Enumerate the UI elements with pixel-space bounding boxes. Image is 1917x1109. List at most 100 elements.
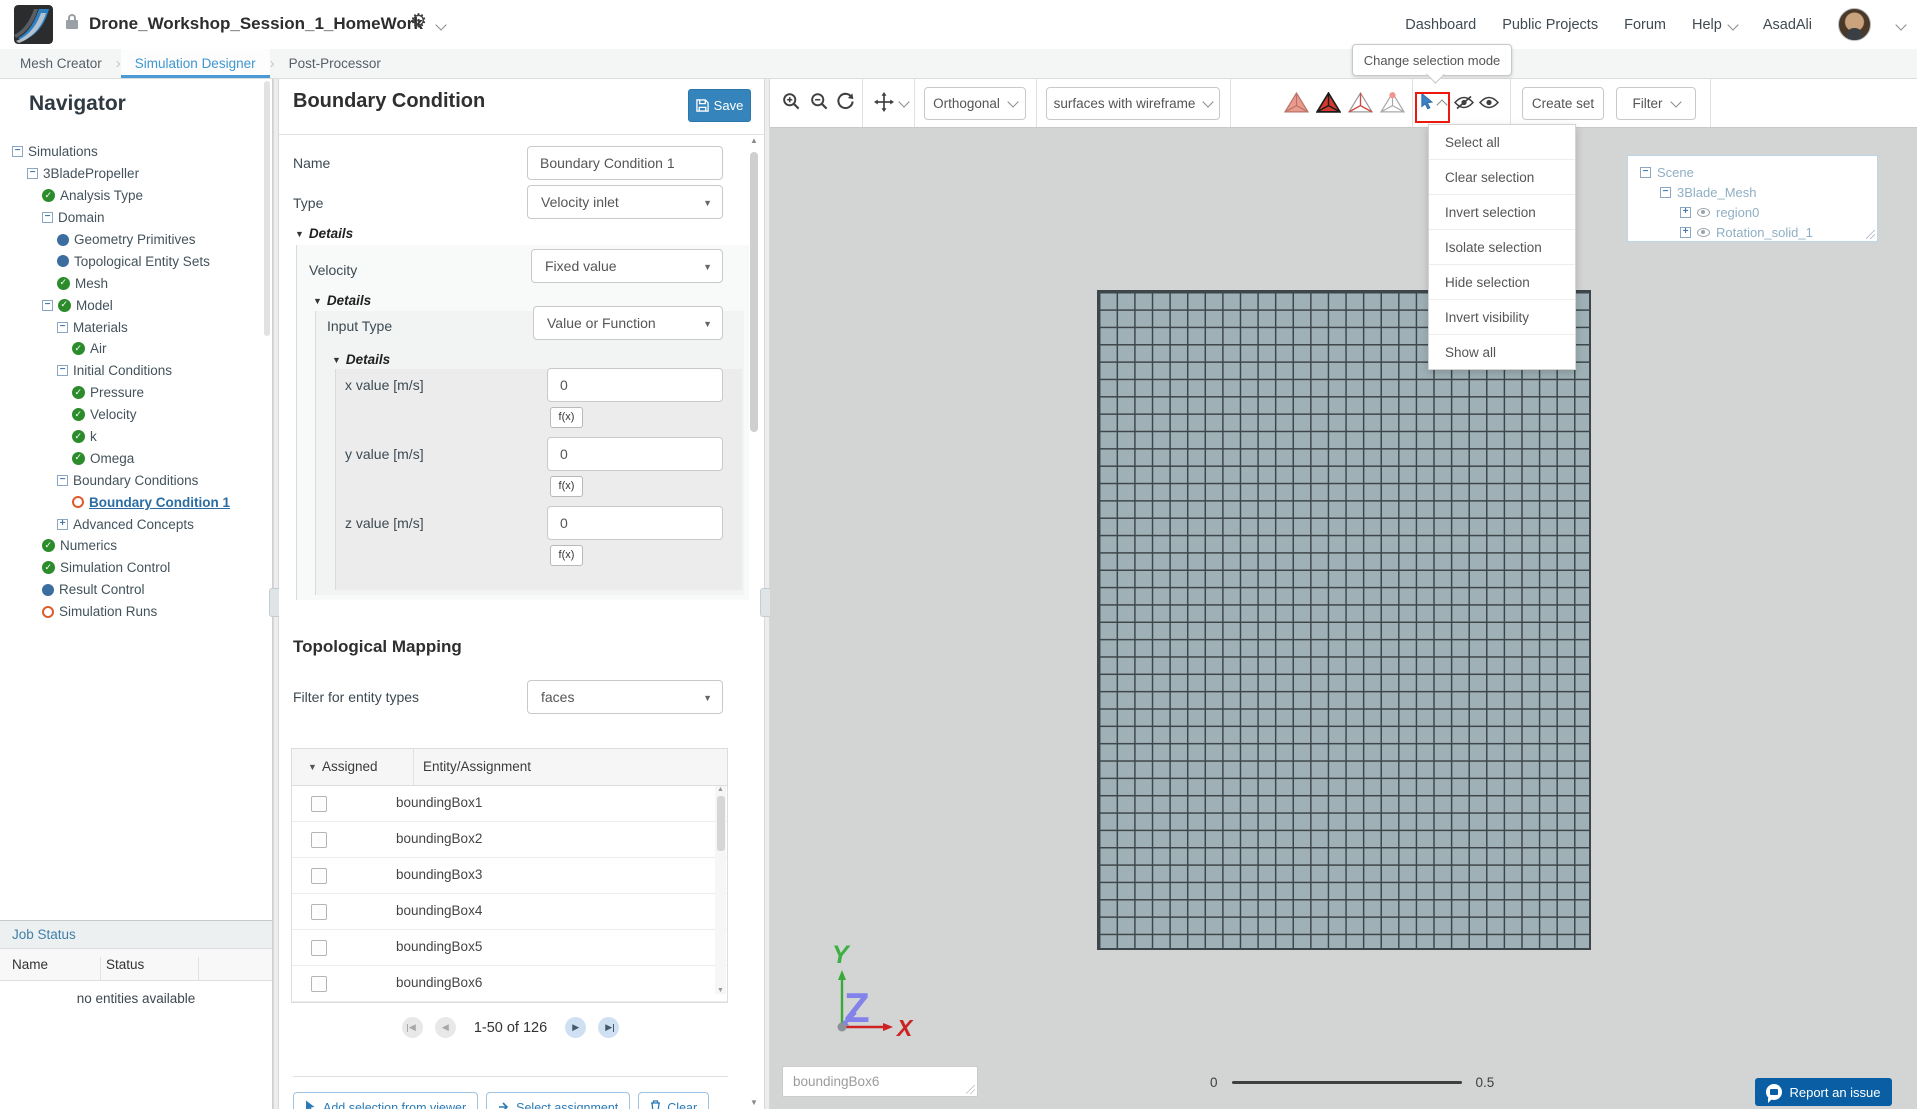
collapse-minus-icon[interactable]: − — [57, 321, 68, 333]
next-page-button[interactable]: ▶ — [565, 1017, 587, 1038]
previous-page-button[interactable]: ◀ — [434, 1017, 456, 1038]
chevron-up-icon[interactable] — [1436, 99, 1448, 111]
mesh-quality-node-icon[interactable] — [1379, 91, 1406, 119]
chevron-down-icon[interactable] — [898, 96, 910, 108]
tree-item-topological-entity-sets[interactable]: Topological Entity Sets — [0, 250, 262, 272]
formula-fx-button[interactable]: f(x) — [550, 476, 583, 497]
chevron-down-icon[interactable] — [435, 19, 447, 31]
tree-item-air[interactable]: Air — [0, 338, 262, 360]
resize-corner-icon[interactable] — [1866, 230, 1875, 239]
row-checkbox[interactable] — [311, 832, 327, 848]
zoom-out-icon[interactable] — [810, 92, 829, 116]
table-scrollbar[interactable]: ▲ ▼ — [715, 786, 726, 994]
tree-item-k[interactable]: k — [0, 426, 262, 448]
tree-item-materials[interactable]: − Materials — [0, 316, 262, 338]
projection-select[interactable]: Orthogonal — [924, 87, 1026, 120]
expand-plus-icon[interactable]: + — [1680, 226, 1691, 238]
menu-item-clear-selection[interactable]: Clear selection — [1429, 159, 1575, 194]
visibility-eye-icon[interactable] — [1697, 227, 1710, 237]
x-value-m-s-input[interactable] — [547, 368, 723, 402]
nav-link-help[interactable]: Help — [1692, 17, 1739, 33]
tree-item-simulation-runs[interactable]: Simulation Runs — [0, 601, 262, 623]
tree-item-simulations[interactable]: − Simulations — [0, 141, 262, 163]
tree-item-numerics[interactable]: Numerics — [0, 535, 262, 557]
nav-link-dashboard[interactable]: Dashboard — [1405, 17, 1476, 33]
scene-item-scene[interactable]: − Scene — [1628, 162, 1877, 182]
y-value-m-s-input[interactable] — [547, 437, 723, 471]
form-scrollbar[interactable]: ▲ ▼ — [747, 136, 761, 1109]
tree-item-mesh[interactable]: Mesh — [0, 272, 262, 294]
tab-simulation-designer[interactable]: Simulation Designer — [120, 49, 270, 78]
user-name[interactable]: AsadAli — [1763, 17, 1812, 33]
row-checkbox[interactable] — [311, 904, 327, 920]
menu-item-isolate-selection[interactable]: Isolate selection — [1429, 229, 1575, 264]
details-section-header-3[interactable]: ▼ Details — [332, 352, 390, 367]
chevron-down-icon[interactable] — [1895, 18, 1907, 31]
navigator-scrollbar[interactable] — [264, 80, 270, 920]
user-avatar[interactable] — [1838, 8, 1871, 41]
details-section-header-2[interactable]: ▼ Details — [313, 293, 371, 308]
zoom-in-icon[interactable] — [782, 92, 801, 116]
hovered-entity-label[interactable]: boundingBox6 — [782, 1066, 978, 1097]
app-logo-icon[interactable] — [14, 5, 53, 44]
tree-item-3bladepropeller[interactable]: −3BladePropeller — [0, 163, 262, 185]
tree-item-boundary-conditions[interactable]: − Boundary Conditions — [0, 469, 262, 491]
tree-item-advanced-concepts[interactable]: + Advanced Concepts — [0, 513, 262, 535]
tree-item-result-control[interactable]: Result Control — [0, 579, 262, 601]
tree-item-geometry-primitives[interactable]: Geometry Primitives — [0, 229, 262, 251]
z-value-m-s-input[interactable] — [547, 506, 723, 540]
last-page-button[interactable]: ▶ — [598, 1017, 620, 1038]
type-select[interactable]: Velocity inlet ▼ — [527, 185, 723, 219]
project-settings-gear-icon[interactable]: ⚙ — [410, 12, 427, 31]
tree-item-velocity[interactable]: Velocity — [0, 404, 262, 426]
input-type-select[interactable]: Value or Function ▼ — [533, 306, 723, 340]
visibility-eye-icon[interactable] — [1697, 207, 1710, 217]
formula-fx-button[interactable]: f(x) — [550, 545, 583, 566]
tree-item-domain[interactable]: − Domain — [0, 207, 262, 229]
pan-move-icon[interactable] — [874, 92, 894, 117]
tree-item-boundary-condition-1[interactable]: Boundary Condition 1 — [0, 491, 262, 513]
tree-item-initial-conditions[interactable]: − Initial Conditions — [0, 360, 262, 382]
add-selection-from-viewer-button[interactable]: Add selection from viewer — [293, 1092, 479, 1109]
collapse-minus-icon[interactable]: − — [27, 168, 38, 180]
scene-item-region0[interactable]: + region0 — [1628, 202, 1877, 222]
select-assignment-button[interactable]: Select assignment — [486, 1092, 631, 1109]
scene-item-rotation-solid-1[interactable]: + Rotation_solid_1 — [1628, 222, 1877, 242]
sort-caret-icon[interactable]: ▼ — [308, 762, 317, 772]
row-checkbox[interactable] — [311, 868, 327, 884]
formula-fx-button[interactable]: f(x) — [550, 407, 583, 428]
tree-item-model[interactable]: −Model — [0, 294, 262, 316]
tree-item-omega[interactable]: Omega — [0, 447, 262, 469]
report-issue-button[interactable]: Report an issue — [1755, 1078, 1892, 1106]
menu-item-show-all[interactable]: Show all — [1429, 334, 1575, 369]
filter-button[interactable]: Filter — [1616, 87, 1696, 120]
scene-item-3blade-mesh[interactable]: −3Blade_Mesh — [1628, 182, 1877, 202]
tab-post-processor[interactable]: Post-Processor — [275, 49, 395, 78]
mesh-quality-wire-icon[interactable] — [1347, 91, 1374, 119]
menu-item-hide-selection[interactable]: Hide selection — [1429, 264, 1575, 299]
mesh-quality-solid-icon[interactable] — [1283, 91, 1310, 119]
collapse-minus-icon[interactable]: − — [1640, 166, 1651, 178]
menu-item-invert-visibility[interactable]: Invert visibility — [1429, 299, 1575, 334]
first-page-button[interactable]: ◀ — [401, 1017, 423, 1038]
save-button[interactable]: Save — [688, 89, 751, 122]
tree-item-analysis-type[interactable]: Analysis Type — [0, 185, 262, 207]
refresh-view-icon[interactable] — [836, 92, 855, 116]
row-checkbox[interactable] — [311, 976, 327, 992]
nav-link-forum[interactable]: Forum — [1624, 17, 1666, 33]
create-set-button[interactable]: Create set — [1522, 87, 1604, 120]
nav-link-public-projects[interactable]: Public Projects — [1502, 17, 1598, 33]
hide-selection-eye-slash-icon[interactable] — [1453, 95, 1475, 115]
name-input[interactable] — [527, 146, 723, 180]
expand-plus-icon[interactable]: + — [1680, 206, 1691, 218]
collapse-minus-icon[interactable]: − — [42, 299, 53, 311]
collapse-minus-icon[interactable]: − — [57, 474, 68, 486]
entity-filter-select[interactable]: faces ▼ — [527, 680, 723, 714]
tab-mesh-creator[interactable]: Mesh Creator — [6, 49, 116, 78]
velocity-select[interactable]: Fixed value ▼ — [531, 249, 723, 283]
row-checkbox[interactable] — [311, 796, 327, 812]
expand-plus-icon[interactable]: + — [57, 518, 68, 530]
viewport-3d[interactable]: Orthogonal surfaces with wireframe Creat… — [770, 79, 1917, 1109]
tree-item-pressure[interactable]: Pressure — [0, 382, 262, 404]
tree-item-simulation-control[interactable]: Simulation Control — [0, 557, 262, 579]
